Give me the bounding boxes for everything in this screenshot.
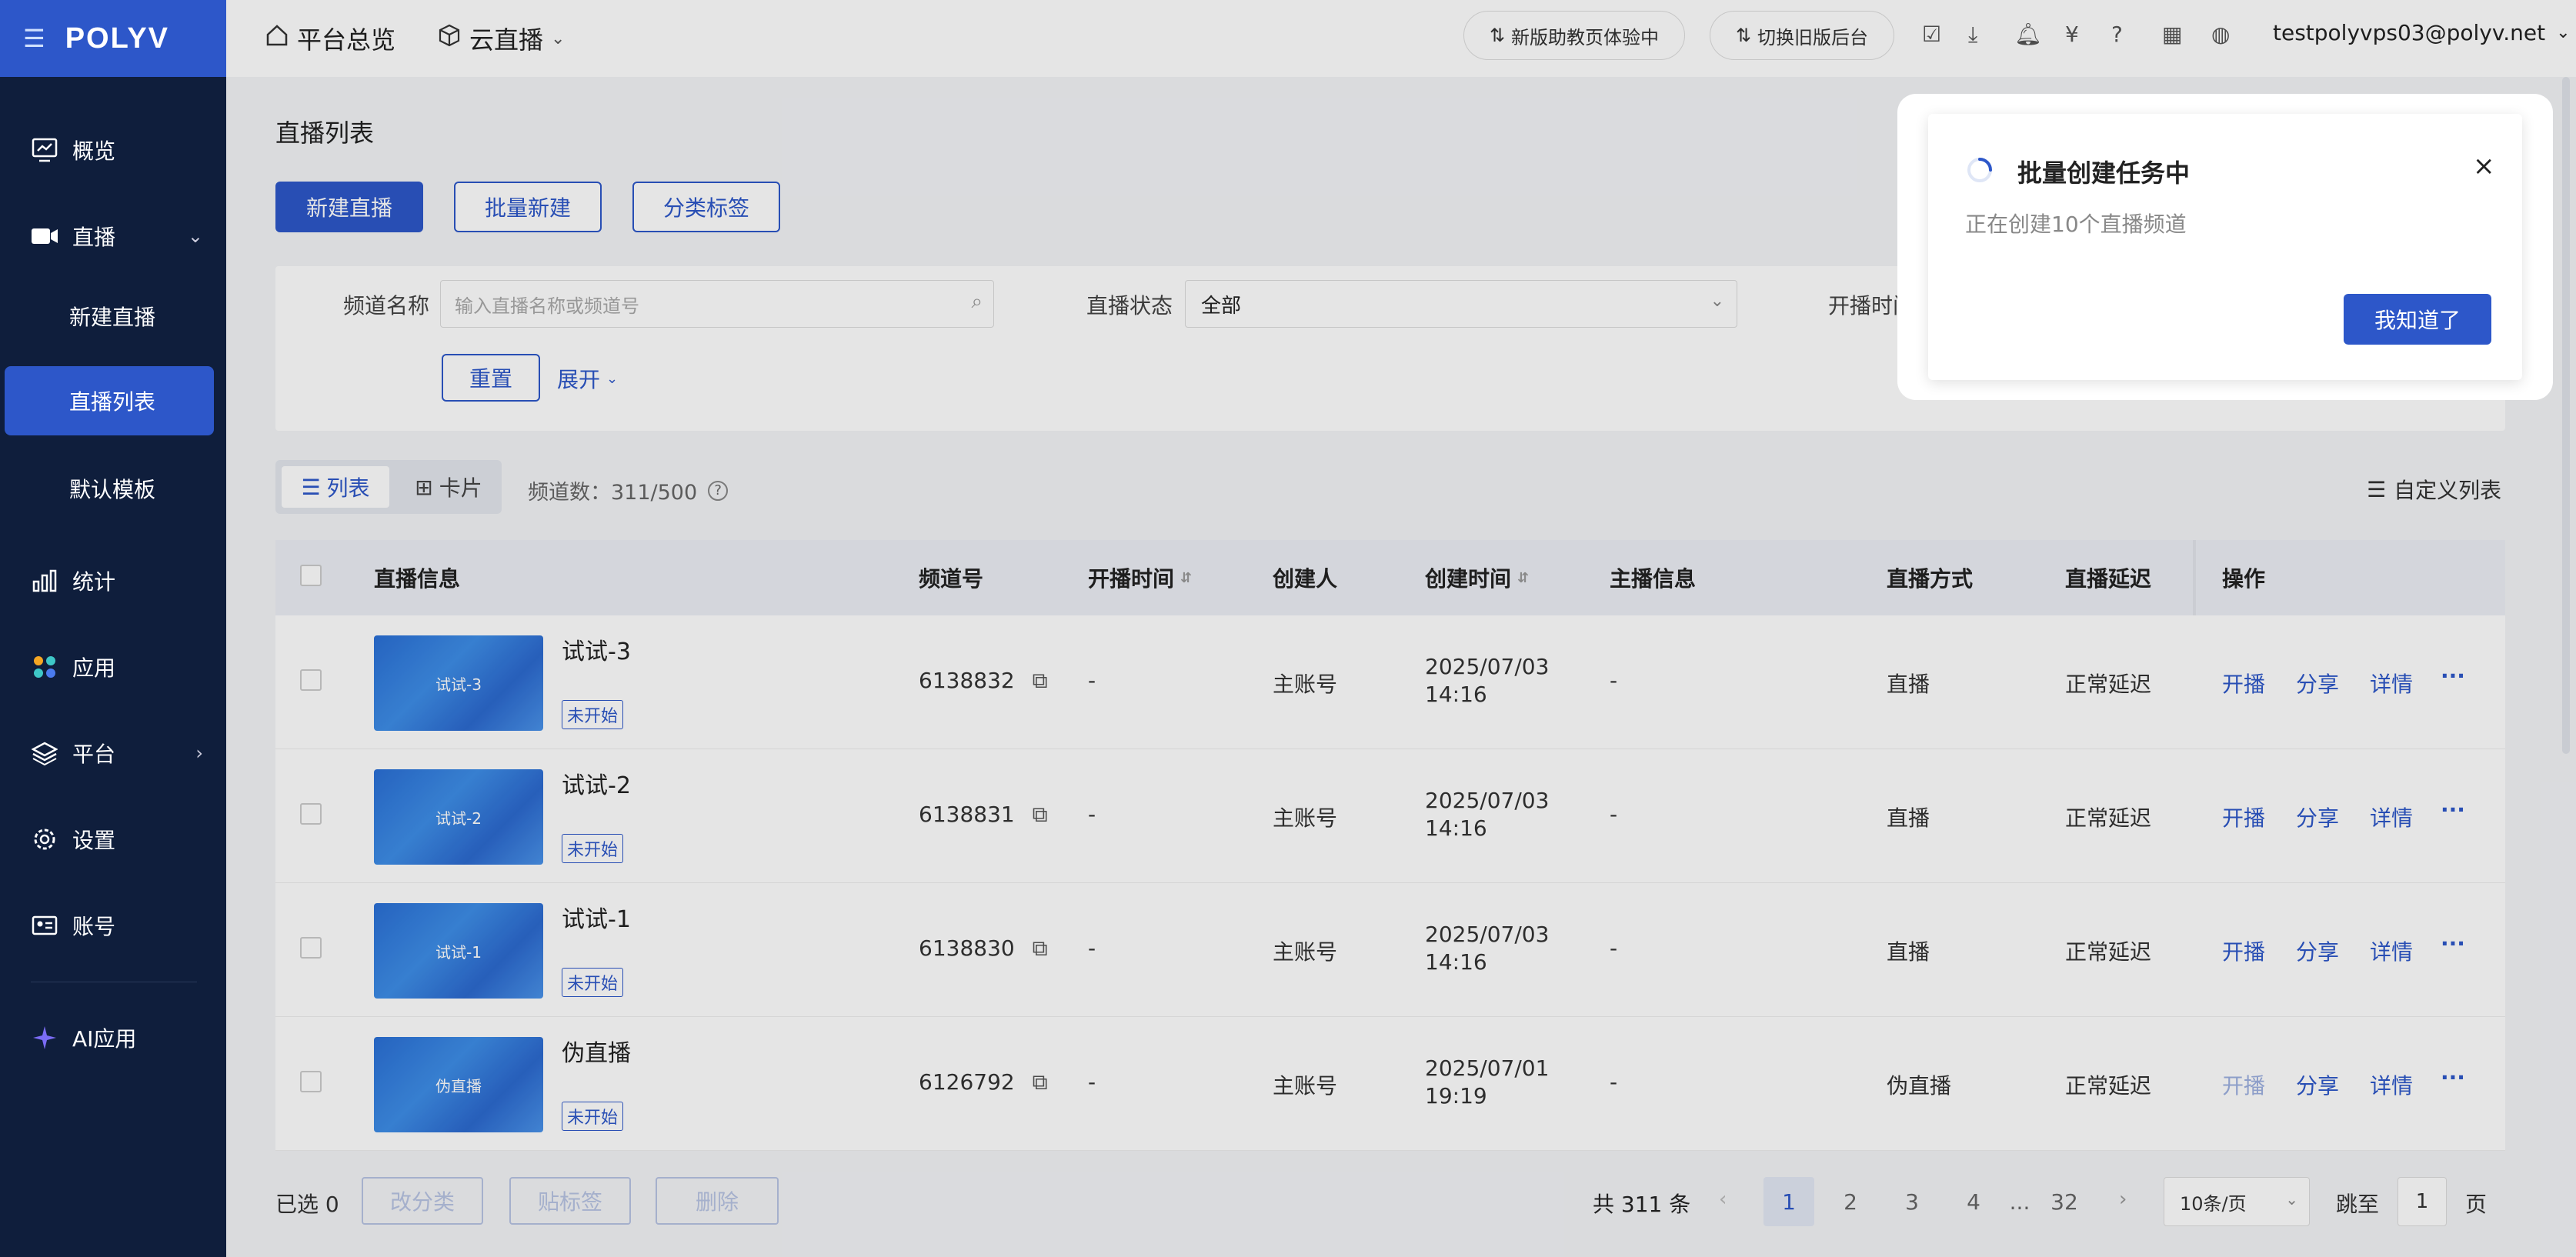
notification-frame: 批量创建任务中 × 正在创建10个直播频道 我知道了	[1897, 94, 2553, 400]
sidebar-item-label: AI应用	[72, 1026, 137, 1052]
layers-icon	[31, 739, 58, 767]
id-card-icon	[31, 912, 58, 939]
bar-chart-icon	[31, 567, 58, 595]
brand-logo[interactable]: POLYV	[65, 22, 169, 55]
sidebar-item-label: 统计	[72, 569, 116, 595]
loading-spinner-icon	[1965, 155, 1994, 185]
sidebar: ☰ POLYV 概览 直播 ⌄ 新建直播 直播列表 默认模板 统计 应用 平台 …	[0, 0, 226, 1257]
sidebar-subitem-new-live[interactable]: 新建直播	[0, 282, 226, 351]
sidebar-item-label: 设置	[72, 828, 116, 853]
sidebar-subitem-live-list[interactable]: 直播列表	[5, 366, 214, 435]
sparkle-icon	[31, 1024, 58, 1052]
dialog-message: 正在创建10个直播频道	[1965, 212, 2187, 237]
logo-bar: ☰ POLYV	[0, 0, 226, 77]
sidebar-item-label: 账号	[72, 914, 116, 939]
apps-grid-icon	[31, 653, 58, 681]
video-camera-icon	[31, 222, 58, 250]
sidebar-item-label: 平台	[72, 742, 116, 767]
sidebar-item-apps[interactable]: 应用	[0, 632, 226, 702]
monitor-chart-icon	[31, 136, 58, 164]
chevron-right-icon: ›	[195, 742, 203, 764]
notification-dialog: 批量创建任务中 × 正在创建10个直播频道 我知道了	[1928, 114, 2522, 380]
dialog-title: 批量创建任务中	[2017, 158, 2191, 188]
sidebar-item-platform[interactable]: 平台 ›	[0, 719, 226, 788]
gear-icon	[31, 825, 58, 853]
sidebar-item-stats[interactable]: 统计	[0, 546, 226, 615]
acknowledge-button[interactable]: 我知道了	[2344, 294, 2491, 345]
sidebar-item-overview[interactable]: 概览	[0, 115, 226, 185]
sidebar-item-account[interactable]: 账号	[0, 891, 226, 960]
chevron-down-icon: ⌄	[187, 225, 203, 247]
sidebar-item-label: 直播	[72, 225, 116, 250]
sidebar-item-label: 概览	[72, 138, 116, 164]
sidebar-item-settings[interactable]: 设置	[0, 805, 226, 874]
sidebar-item-ai[interactable]: AI应用	[0, 1003, 226, 1072]
sidebar-subitem-default-template[interactable]: 默认模板	[0, 454, 226, 523]
menu-toggle-icon[interactable]: ☰	[23, 24, 45, 53]
close-icon[interactable]: ×	[2473, 151, 2495, 182]
page-scrollbar[interactable]	[2562, 77, 2570, 754]
sidebar-item-live[interactable]: 直播 ⌄	[0, 202, 226, 271]
sidebar-item-label: 应用	[72, 655, 116, 681]
